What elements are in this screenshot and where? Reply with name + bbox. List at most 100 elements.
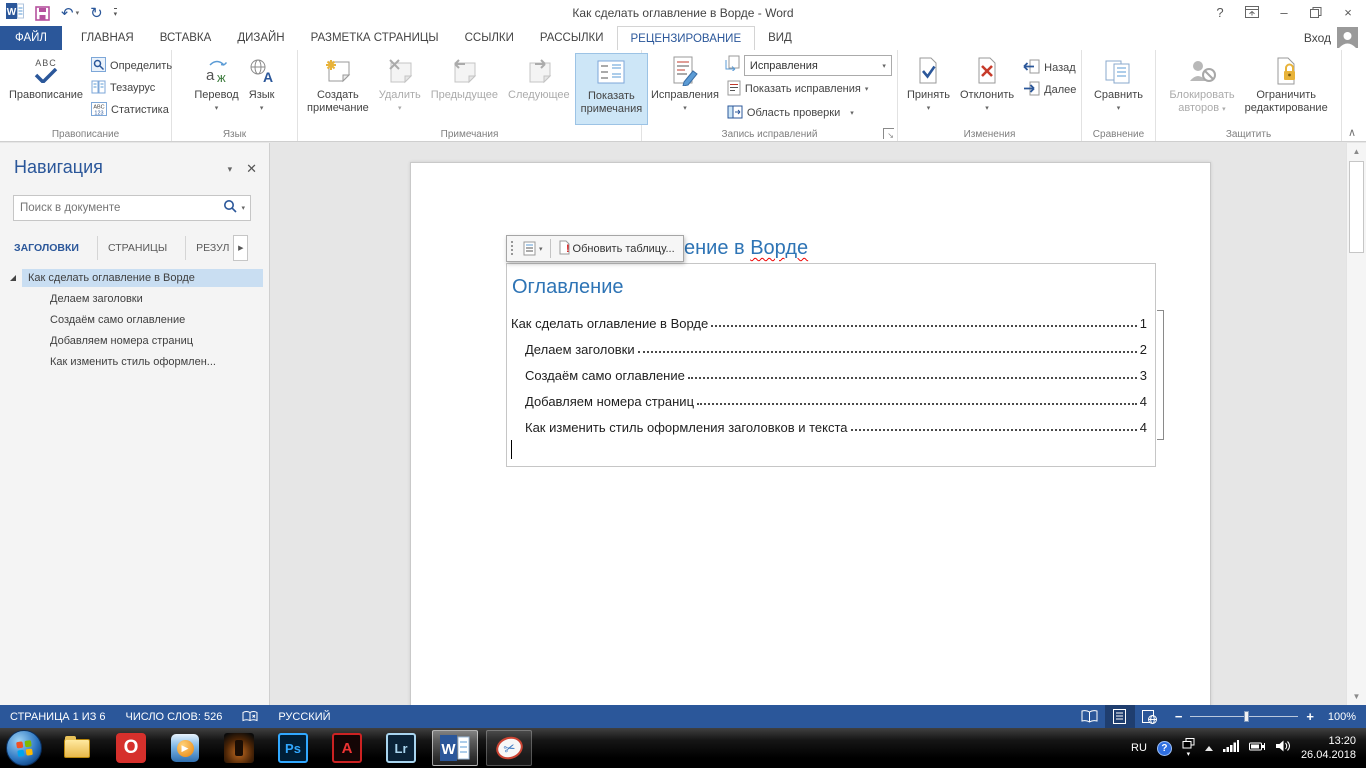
drag-handle-icon[interactable]	[510, 240, 515, 257]
print-layout-button[interactable]	[1105, 705, 1135, 728]
nav-heading-item[interactable]: Добавляем номера страниц	[0, 330, 263, 351]
vertical-scrollbar[interactable]: ▲ ▼	[1346, 143, 1366, 705]
tab-review[interactable]: РЕЦЕНЗИРОВАНИЕ	[617, 26, 756, 50]
navigation-pane-close-icon[interactable]: ✕	[246, 161, 257, 177]
search-input[interactable]	[14, 202, 219, 214]
define-button[interactable]: Определить	[88, 55, 175, 77]
navigation-pane-options-button[interactable]: ▾	[228, 164, 233, 175]
scroll-up-arrow-icon[interactable]: ▲	[1347, 143, 1366, 160]
document-page[interactable]: ение в Ворде ▾ ! Обновить таблицу... Огл…	[410, 162, 1211, 705]
proofing-status-icon[interactable]	[232, 705, 268, 728]
show-hidden-icons-button[interactable]	[1205, 746, 1213, 751]
start-button[interactable]	[6, 730, 42, 766]
word-count-button[interactable]: ABC123 Статистика	[88, 99, 175, 121]
help-button[interactable]: ?	[1204, 1, 1236, 23]
volume-icon[interactable]	[1276, 739, 1291, 757]
tab-design[interactable]: ДИЗАЙН	[224, 26, 297, 50]
display-for-review-combobox[interactable]: Исправления ▾	[744, 55, 892, 76]
tray-help-icon[interactable]: ?	[1157, 741, 1172, 756]
power-icon[interactable]	[1249, 739, 1266, 757]
toc-entry[interactable]: Как сделать оглавление в Ворде1	[511, 308, 1147, 334]
collapse-triangle-icon[interactable]	[10, 275, 16, 281]
toc-entry[interactable]: Как изменить стиль оформления заголовков…	[511, 412, 1147, 438]
update-table-button[interactable]: ! Обновить таблицу...	[554, 238, 679, 260]
customize-qat-button[interactable]: ▾	[114, 8, 118, 18]
nav-heading-item[interactable]: Как сделать оглавление в Ворде	[0, 267, 263, 288]
tracking-dialog-launcher[interactable]: ↘	[883, 128, 894, 139]
tab-mailings[interactable]: РАССЫЛКИ	[527, 26, 617, 50]
zoom-out-button[interactable]: −	[1175, 709, 1183, 724]
nav-tab-results[interactable]: РЕЗУЛ	[196, 236, 233, 260]
zoom-slider[interactable]: − +	[1165, 709, 1324, 724]
redo-button[interactable]: ↻	[90, 6, 103, 21]
tray-clock[interactable]: 13:20 26.04.2018	[1301, 734, 1356, 762]
read-mode-button[interactable]	[1075, 705, 1105, 728]
document-search-box[interactable]: ▾	[13, 195, 251, 221]
undo-button[interactable]: ↶▾	[61, 6, 79, 21]
taskbar-media-player-icon[interactable]: ▶	[162, 730, 208, 766]
restrict-editing-button[interactable]: Ограничить редактирование	[1240, 53, 1333, 125]
toc-menu-button[interactable]: ▾	[519, 239, 547, 258]
nav-tabs-overflow-button[interactable]: ▶	[233, 235, 248, 261]
page-indicator[interactable]: СТРАНИЦА 1 ИЗ 6	[0, 705, 116, 728]
taskbar-lightroom-icon[interactable]: Lr	[378, 730, 424, 766]
toc-entry[interactable]: Создаём само оглавление3	[511, 360, 1147, 386]
search-options-caret-icon[interactable]: ▾	[241, 204, 250, 212]
next-comment-button[interactable]: Следующее	[503, 53, 575, 125]
toc-entry[interactable]: Делаем заголовки2	[511, 334, 1147, 360]
tab-home[interactable]: ГЛАВНАЯ	[68, 26, 147, 50]
network-icon[interactable]	[1223, 739, 1239, 757]
zoom-in-button[interactable]: +	[1306, 709, 1314, 724]
translate-button[interactable]: аж Перевод ▾	[189, 53, 243, 125]
taskbar-acrobat-icon[interactable]: A	[324, 730, 370, 766]
close-button[interactable]: ×	[1332, 1, 1364, 23]
zoom-level[interactable]: 100%	[1324, 711, 1366, 723]
thesaurus-button[interactable]: Тезаурус	[88, 77, 175, 99]
block-authors-button[interactable]: Блокировать авторов ▾	[1164, 53, 1239, 125]
language-tray-indicator[interactable]: RU	[1131, 742, 1147, 754]
collapse-ribbon-button[interactable]: ∧	[1348, 126, 1356, 139]
scroll-down-arrow-icon[interactable]: ▼	[1347, 688, 1366, 705]
ribbon-display-options-button[interactable]	[1236, 1, 1268, 23]
language-indicator[interactable]: РУССКИЙ	[268, 705, 340, 728]
nav-tab-pages[interactable]: СТРАНИЦЫ	[108, 236, 186, 260]
tab-insert[interactable]: ВСТАВКА	[147, 26, 225, 50]
tab-view[interactable]: ВИД	[755, 26, 805, 50]
tab-page-layout[interactable]: РАЗМЕТКА СТРАНИЦЫ	[298, 26, 452, 50]
reject-button[interactable]: Отклонить ▾	[955, 53, 1019, 125]
taskbar-opera-icon[interactable]: O	[108, 730, 154, 766]
restore-button[interactable]	[1300, 1, 1332, 23]
track-changes-button[interactable]: Исправления ▾	[646, 53, 724, 125]
previous-comment-button[interactable]: Предыдущее	[426, 53, 503, 125]
minimize-button[interactable]: –	[1268, 1, 1300, 23]
nav-heading-item[interactable]: Делаем заголовки	[0, 288, 263, 309]
save-button[interactable]	[35, 6, 50, 21]
nav-heading-item[interactable]: Создаём само оглавление	[0, 309, 263, 330]
reviewing-pane-button[interactable]: Область проверки ▾	[724, 102, 892, 124]
nav-heading-item[interactable]: Как изменить стиль оформлен...	[0, 351, 263, 372]
search-icon[interactable]	[219, 199, 241, 218]
sign-in[interactable]: Вход	[1304, 27, 1358, 48]
compare-button[interactable]: Сравнить ▾	[1089, 53, 1148, 125]
taskbar-word-icon[interactable]: W	[432, 730, 478, 766]
spelling-button[interactable]: ABC Правописание	[4, 53, 88, 125]
taskbar-photoshop-icon[interactable]: Ps	[270, 730, 316, 766]
show-markup-button[interactable]: Показать исправления ▾	[724, 78, 892, 100]
previous-change-button[interactable]: Назад	[1019, 57, 1079, 79]
tab-references[interactable]: ССЫЛКИ	[452, 26, 527, 50]
word-count-indicator[interactable]: ЧИСЛО СЛОВ: 526	[116, 705, 233, 728]
show-comments-button[interactable]: Показать примечания	[575, 53, 649, 125]
toc-entry[interactable]: Добавляем номера страниц4	[511, 386, 1147, 412]
next-change-button[interactable]: Далее	[1019, 79, 1079, 101]
new-comment-button[interactable]: Создать примечание	[302, 53, 374, 125]
accept-button[interactable]: Принять ▾	[902, 53, 955, 125]
scrollbar-thumb[interactable]	[1349, 161, 1364, 253]
content-control-handle[interactable]	[1157, 310, 1164, 440]
taskbar-unknown-app-icon[interactable]	[216, 730, 262, 766]
delete-comment-button[interactable]: Удалить ▾	[374, 53, 426, 125]
toc-content-control[interactable]: Оглавление Как сделать оглавление в Ворд…	[506, 263, 1156, 467]
taskbar-snipping-tool-icon[interactable]: ✂	[486, 730, 532, 766]
language-button[interactable]: А Язык ▾	[244, 53, 280, 125]
nav-tab-headings[interactable]: ЗАГОЛОВКИ	[14, 236, 98, 260]
web-layout-button[interactable]	[1135, 705, 1165, 728]
